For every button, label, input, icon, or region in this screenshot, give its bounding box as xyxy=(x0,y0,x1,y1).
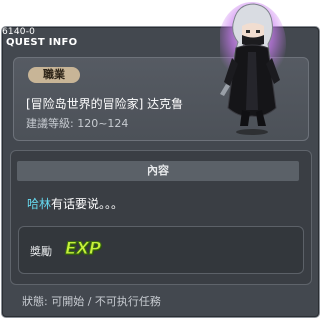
content-section-title: 內容 xyxy=(17,161,299,181)
quest-id: 6140-0 xyxy=(2,27,36,37)
quest-status: 狀態: 可開始 / 不可执行任務 xyxy=(22,295,161,308)
reward-box xyxy=(18,226,304,274)
window-title: QUEST INFO xyxy=(6,37,78,48)
quest-name: [冒险岛世界的冒险家] 达克鲁 xyxy=(26,97,184,111)
description-text: 有话要说。。。 xyxy=(51,197,124,211)
exp-icon[interactable]: EXP xyxy=(65,239,102,260)
quest-description: 哈林有话要说。。。 xyxy=(27,195,123,212)
quest-level-range: 建議等級: 120~124 xyxy=(26,117,129,130)
job-badge: 職業 xyxy=(28,67,80,83)
npc-name-link[interactable]: 哈林 xyxy=(27,197,51,211)
reward-label: 獎勵 xyxy=(30,245,52,258)
night-walker-character-icon xyxy=(220,2,286,135)
